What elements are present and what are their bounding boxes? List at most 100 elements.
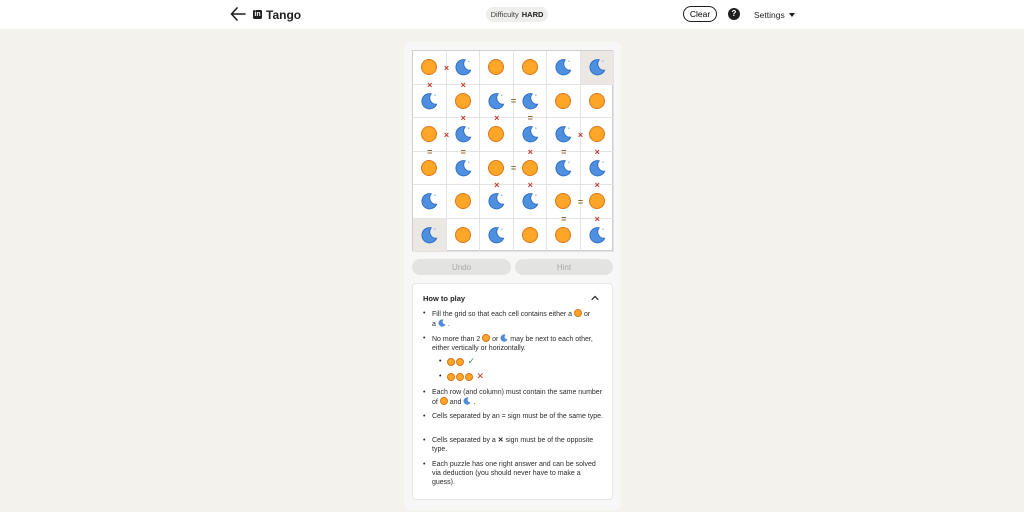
sun-icon xyxy=(447,357,456,366)
sun-icon xyxy=(488,59,505,76)
equal-sign: = xyxy=(460,146,466,157)
caret-down-icon xyxy=(788,13,795,17)
cross-sign: × xyxy=(594,180,600,190)
settings-menu[interactable]: Settings xyxy=(754,10,795,20)
clear-button[interactable]: Clear xyxy=(683,6,717,22)
sun-icon xyxy=(555,193,572,210)
moon-icon xyxy=(421,92,438,110)
moon-icon xyxy=(455,59,472,76)
linkedin-logo-icon: in xyxy=(253,10,262,19)
board-cell[interactable] xyxy=(513,185,547,219)
sun-icon xyxy=(447,372,456,381)
sun-icon xyxy=(421,159,438,176)
cross-sign: × xyxy=(427,79,433,90)
moon-icon xyxy=(455,159,472,177)
board-cell[interactable] xyxy=(580,51,614,85)
cross-sign: × xyxy=(527,180,533,190)
board-cell[interactable] xyxy=(413,151,447,185)
equal-sign: = xyxy=(510,96,517,107)
sun-icon xyxy=(488,159,505,176)
board-cell[interactable] xyxy=(547,84,581,118)
moon-icon xyxy=(455,126,472,143)
cross-sign: × xyxy=(494,113,500,123)
moon-icon xyxy=(421,226,438,244)
board-cell[interactable] xyxy=(580,218,614,252)
equal-sign: = xyxy=(510,163,517,174)
board-cell[interactable] xyxy=(480,218,514,252)
board-cell[interactable] xyxy=(480,185,514,219)
board-cell[interactable] xyxy=(480,51,514,85)
moon-icon xyxy=(421,193,438,210)
chevron-up-icon[interactable] xyxy=(591,294,599,302)
moon-icon xyxy=(522,193,539,210)
board-cell[interactable] xyxy=(446,185,480,219)
sun-icon xyxy=(454,92,471,109)
cross-sign: × xyxy=(594,146,600,157)
cross-sign: × xyxy=(594,213,600,224)
moon-icon xyxy=(555,126,572,143)
difficulty-label: Difficulty xyxy=(490,10,519,19)
moon-icon xyxy=(500,334,508,342)
board-cell[interactable] xyxy=(547,151,581,185)
sun-icon xyxy=(521,159,538,176)
board-cell[interactable] xyxy=(547,51,581,85)
board-cell[interactable] xyxy=(513,218,547,252)
sun-icon xyxy=(482,334,491,342)
rule-no-more-than-two: No more than 2 or may be next to each ot… xyxy=(423,334,603,353)
moon-icon xyxy=(589,226,606,244)
sun-icon xyxy=(454,226,471,243)
how-to-play-panel: How to play Fill the grid so that each c… xyxy=(412,283,613,500)
moon-icon xyxy=(522,92,539,110)
sun-icon xyxy=(488,126,505,143)
undo-button[interactable]: Undo xyxy=(412,259,511,275)
sun-icon xyxy=(588,193,605,210)
arrow-left-icon[interactable] xyxy=(230,7,246,21)
cross-sign: × xyxy=(443,62,450,73)
board-cell[interactable] xyxy=(513,51,547,85)
board-cell[interactable] xyxy=(413,84,447,118)
sun-icon xyxy=(555,92,572,109)
board-cell[interactable] xyxy=(580,84,614,118)
check-icon: ✓ xyxy=(467,356,475,366)
sun-icon xyxy=(521,226,538,243)
board-cell[interactable] xyxy=(413,185,447,219)
question-circle-icon[interactable]: ? xyxy=(728,8,740,20)
rule-equal-count: Each row (and column) must contain the s… xyxy=(423,388,603,407)
equal-sign: = xyxy=(427,146,433,157)
difficulty-value: HARD xyxy=(521,10,544,19)
moon-icon xyxy=(488,92,505,110)
moon-icon xyxy=(522,126,539,143)
equal-sign: = xyxy=(577,196,584,207)
board-cell[interactable] xyxy=(413,218,447,252)
cross-sign: × xyxy=(527,146,533,157)
equal-sign: = xyxy=(561,213,567,224)
cross-sign: × xyxy=(577,129,584,140)
sun-icon xyxy=(454,193,471,210)
sun-icon xyxy=(465,372,474,381)
moon-icon xyxy=(488,193,505,210)
hint-button[interactable]: Hint xyxy=(515,259,613,275)
brand: in Tango xyxy=(253,6,301,23)
board-cell[interactable] xyxy=(480,118,514,152)
board-cell[interactable] xyxy=(547,218,581,252)
tango-board: × = × × = = × × × × = = = × = × × × × = × xyxy=(412,50,614,252)
board-cell[interactable] xyxy=(446,151,480,185)
rule-fill-grid: Fill the grid so that each cell contains… xyxy=(423,309,603,329)
example-invalid: ✕ xyxy=(439,371,484,382)
settings-label: Settings xyxy=(754,10,785,20)
sun-icon xyxy=(421,126,438,143)
sun-icon xyxy=(456,372,465,381)
rule-cross-sign: Cells separated by a ✕ sign must be of t… xyxy=(423,436,603,454)
cross-icon: ✕ xyxy=(497,437,504,444)
cross-icon: ✕ xyxy=(476,371,484,381)
sun-icon xyxy=(456,357,465,366)
board-cell[interactable] xyxy=(446,218,480,252)
rule-equal-sign: Cells separated by an = sign must be of … xyxy=(423,412,603,421)
rule-one-answer: Each puzzle has one right answer and can… xyxy=(423,460,603,487)
example-valid: ✓ xyxy=(439,356,475,367)
moon-icon xyxy=(589,159,606,177)
equal-sign: = xyxy=(527,113,533,123)
sun-icon xyxy=(521,59,538,76)
difficulty-badge: Difficulty HARD xyxy=(486,7,548,22)
sun-icon xyxy=(439,397,448,405)
